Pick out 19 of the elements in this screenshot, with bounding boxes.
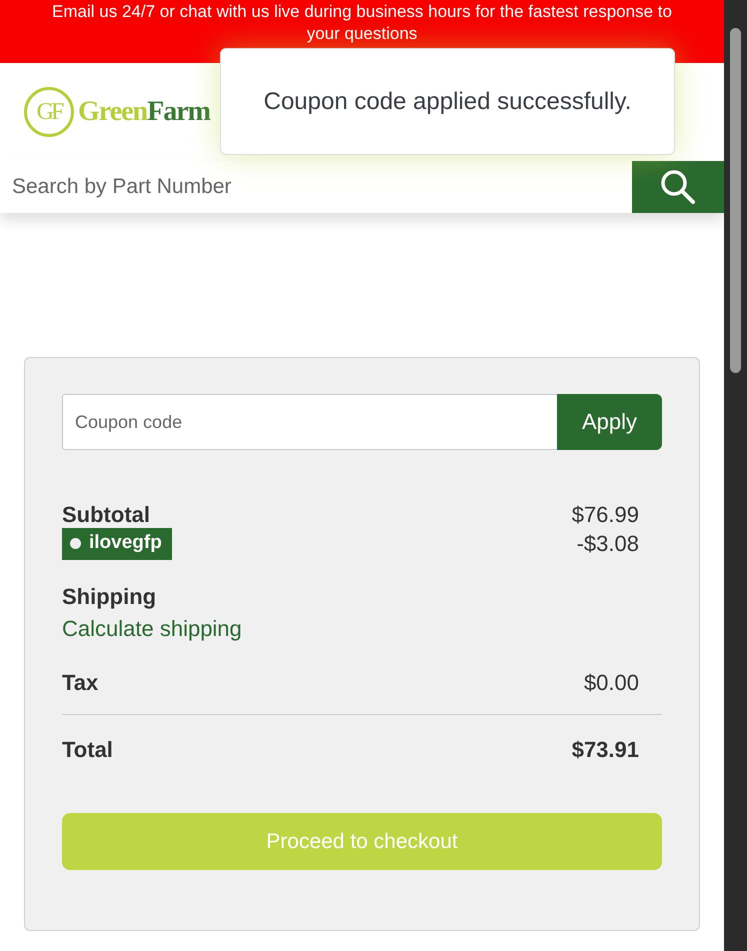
subtotal-label: Subtotal xyxy=(62,502,150,528)
scrollbar[interactable] xyxy=(724,0,747,951)
tax-value: $0.00 xyxy=(584,670,639,696)
total-value: $73.91 xyxy=(572,737,639,763)
shipping-label: Shipping xyxy=(62,584,158,610)
total-label: Total xyxy=(62,737,113,763)
subtotal-value: $76.99 xyxy=(572,502,639,528)
search-button[interactable] xyxy=(632,161,724,213)
discount-value: -$3.08 xyxy=(576,531,639,557)
search-field[interactable]: Search by Part Number xyxy=(0,161,632,213)
logo[interactable]: GF GreenFarm xyxy=(24,87,210,137)
apply-button[interactable]: Apply xyxy=(557,394,662,450)
coupon-field[interactable]: Coupon code xyxy=(62,394,557,450)
coupon-tag[interactable]: ilovegfp xyxy=(62,528,172,560)
toast-message: Coupon code applied successfully. xyxy=(220,48,675,155)
search-icon xyxy=(659,168,697,206)
announcement-text: Email us 24/7 or chat with us live during business hours for the fastest response to your questions xyxy=(51,1,673,45)
tax-label: Tax xyxy=(62,670,98,696)
calculate-shipping-link[interactable]: Calculate shipping xyxy=(62,616,242,642)
